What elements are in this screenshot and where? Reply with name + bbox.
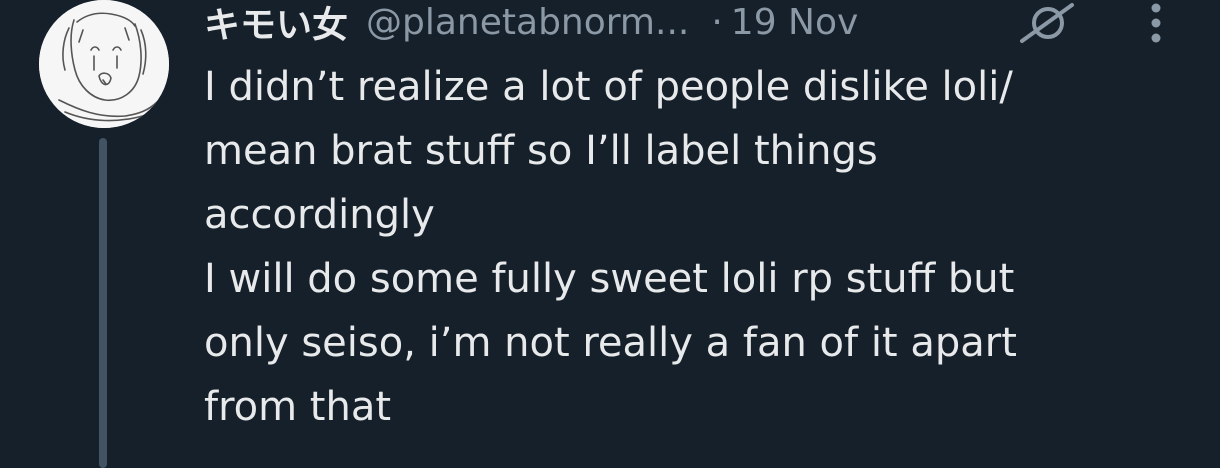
tweet-date[interactable]: 19 Nov: [731, 2, 859, 43]
thread-line: [99, 138, 107, 468]
tweet-text-line: mean brat stuff so I’ll label things: [204, 128, 878, 174]
user-handle[interactable]: @planetabnorm...: [366, 2, 689, 43]
tweet-text-line: I will do some fully sweet loli rp stuff…: [204, 256, 1015, 302]
separator-dot: ·: [711, 1, 723, 43]
tweet[interactable]: キモい女 @planetabnorm... · 19 Nov I didn’t …: [0, 0, 1220, 468]
tweet-text-line: I didn’t realize a lot of people dislike…: [204, 64, 1013, 110]
avatar-sketch-icon: [39, 0, 169, 128]
tweet-text: I didn’t realize a lot of people dislike…: [204, 55, 1164, 439]
avatar[interactable]: [39, 0, 169, 128]
tweet-text-line: only seiso, i’m not really a fan of it a…: [204, 320, 1017, 366]
tweet-header: キモい女 @planetabnorm... · 19 Nov: [204, 0, 859, 47]
tweet-text-line: from that: [204, 384, 392, 430]
grok-icon[interactable]: [1014, 2, 1078, 44]
tweet-text-line: accordingly: [204, 192, 435, 238]
display-name[interactable]: キモい女: [204, 0, 348, 48]
more-options-icon[interactable]: [1138, 0, 1174, 46]
